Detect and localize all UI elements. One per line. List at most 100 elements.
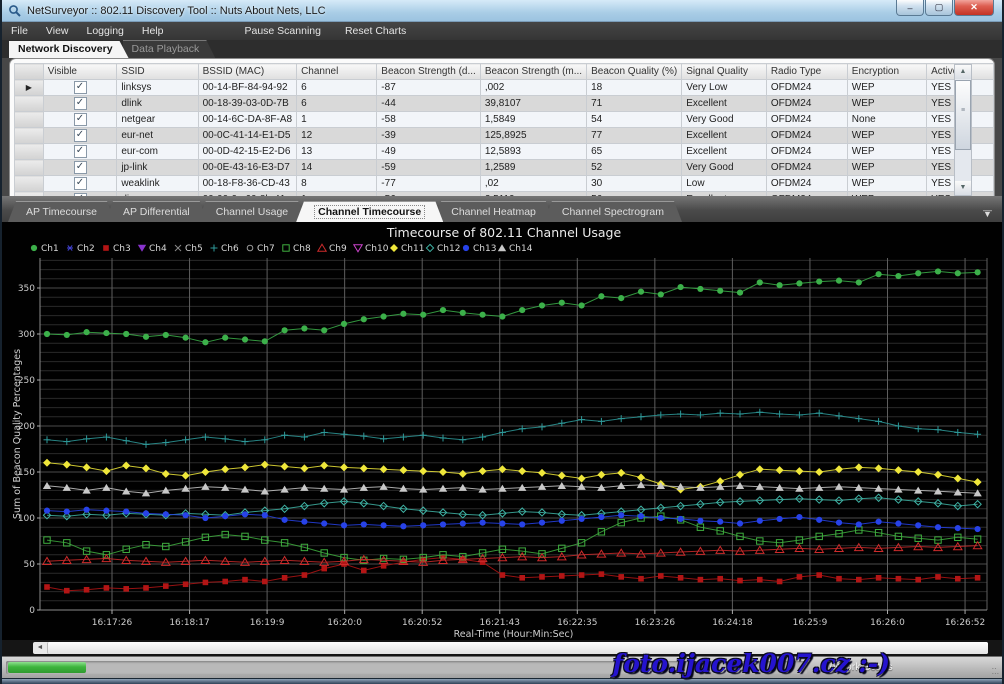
chart-tab-ap-timecourse[interactable]: AP Timecourse [8, 201, 115, 222]
column-header-5[interactable]: Beacon Strength (d... [377, 64, 481, 80]
table-row[interactable]: ▶✓linksys00-14-BF-84-94-926-87,00218Very… [15, 80, 994, 96]
close-button[interactable]: ✕ [954, 0, 994, 16]
cell: OFDM24 [766, 80, 847, 96]
column-header-1[interactable]: Visible [43, 64, 117, 80]
svg-text:16:21:43: 16:21:43 [480, 618, 520, 628]
row-selector[interactable] [15, 128, 44, 144]
menu-items: FileViewLoggingHelp [2, 23, 172, 39]
cell: linksys [117, 80, 198, 96]
column-header-4[interactable]: Channel [297, 64, 377, 80]
cell: 00-0E-43-16-E3-D7 [198, 160, 296, 176]
table-row[interactable]: ✓eur-com00-0D-42-15-E2-D613-4912,589365E… [15, 144, 994, 160]
column-header-2[interactable]: SSID [117, 64, 198, 80]
column-header-10[interactable]: Encryption [847, 64, 926, 80]
chart-tab-channel-usage[interactable]: Channel Usage [198, 201, 306, 222]
column-header-9[interactable]: Radio Type [766, 64, 847, 80]
cell: Very Good [682, 160, 767, 176]
chart-tab-bar: AP TimecourseAP DifferentialChannel Usag… [2, 196, 1002, 222]
column-header-6[interactable]: Beacon Strength (m... [480, 64, 586, 80]
table-row[interactable]: ✓jp-link00-0E-43-16-E3-D714-591,258952Ve… [15, 160, 994, 176]
visible-checkbox[interactable]: ✓ [74, 113, 87, 126]
svg-text:16:26:0: 16:26:0 [870, 618, 905, 628]
maximize-button[interactable]: ▢ [925, 0, 953, 16]
app-icon [8, 4, 22, 18]
tab-network-discovery[interactable]: Network Discovery [9, 41, 129, 58]
table-row[interactable]: ✓dlink00-18-39-03-0D-7B6-4439,810771Exce… [15, 96, 994, 112]
legend-label: Ch2 [77, 244, 95, 254]
chart-tab-ap-differential[interactable]: AP Differential [105, 201, 208, 222]
svg-text:300: 300 [18, 330, 35, 340]
row-selector[interactable] [15, 96, 44, 112]
cell: WEP [847, 144, 926, 160]
scroll-up-icon[interactable]: ▲ [955, 65, 971, 79]
legend-label: Ch8 [293, 244, 311, 254]
netsurveyor-window: NetSurveyor :: 802.11 Discovery Tool :: … [0, 0, 1004, 684]
menu-actions: Pause ScanningReset Charts [232, 23, 418, 39]
chart-tab-channel-spectrogram[interactable]: Channel Spectrogram [544, 201, 682, 222]
main-tab-bar: Network DiscoveryData Playback [2, 40, 1002, 58]
row-selector[interactable] [15, 144, 44, 160]
minimize-button[interactable]: – [896, 0, 924, 16]
visible-checkbox[interactable]: ✓ [74, 97, 87, 110]
cell: 39,8107 [480, 96, 586, 112]
svg-text:50: 50 [24, 560, 36, 570]
cell: 54 [587, 112, 682, 128]
cell: 12 [297, 128, 377, 144]
table-row[interactable]: ✓eur-net00-0C-41-14-E1-D512-39125,892577… [15, 128, 994, 144]
scroll-left-icon[interactable]: ◄ [33, 642, 47, 654]
cell: -49 [377, 144, 481, 160]
table-scrollbar[interactable]: ▲ ≡ ▼ [954, 64, 972, 196]
cell: 00-0D-42-15-E2-D6 [198, 144, 296, 160]
window-bottom-frame [2, 678, 1002, 684]
legend-label: Ch1 [41, 244, 59, 254]
table-row[interactable]: ✓weaklink00-18-F8-36-CD-438-77,0230LowOF… [15, 176, 994, 192]
svg-text:16:22:35: 16:22:35 [557, 618, 597, 628]
menu-file[interactable]: File [2, 23, 37, 39]
menu-logging[interactable]: Logging [78, 23, 133, 39]
row-selector[interactable]: ▶ [15, 80, 44, 96]
legend-item-ch10 [354, 245, 362, 252]
column-header-3[interactable]: BSSID (MAC) [198, 64, 296, 80]
svg-text:Timecourse of 802.11 Channel U: Timecourse of 802.11 Channel Usage [386, 225, 622, 240]
legend-label: Ch10 [365, 244, 389, 254]
tab-data-playback[interactable]: Data Playback [123, 40, 216, 58]
menu-view[interactable]: View [37, 23, 78, 39]
chart-tab-channel-heatmap[interactable]: Channel Heatmap [433, 201, 554, 222]
menu-action-reset-charts[interactable]: Reset Charts [333, 23, 418, 39]
visible-checkbox[interactable]: ✓ [74, 177, 87, 190]
network-table-card: VisibleSSIDBSSID (MAC)ChannelBeacon Stre… [9, 58, 995, 196]
menu-action-pause-scanning[interactable]: Pause Scanning [232, 23, 332, 39]
chart-tab-label: Channel Spectrogram [562, 206, 664, 218]
legend-item-ch2 [67, 245, 73, 250]
cell: jp-link [117, 160, 198, 176]
cell: OFDM24 [766, 160, 847, 176]
legend-item-ch7 [247, 245, 253, 251]
visible-checkbox[interactable]: ✓ [74, 129, 87, 142]
cell: -39 [377, 128, 481, 144]
column-header-8[interactable]: Signal Quality [682, 64, 767, 80]
legend-label: Ch7 [257, 244, 275, 254]
resize-grip-icon[interactable]: ∙∙∙∙∙ [991, 666, 999, 676]
chart-tabbar-menu-icon[interactable]: —▼ [983, 208, 992, 216]
visible-checkbox[interactable]: ✓ [74, 161, 87, 174]
row-selector[interactable] [15, 176, 44, 192]
menu-help[interactable]: Help [133, 23, 173, 39]
table-row[interactable]: ✓netgear00-14-6C-DA-8F-A81-581,584954Ver… [15, 112, 994, 128]
row-selector[interactable] [15, 112, 44, 128]
cell: Excellent [682, 128, 767, 144]
chart-tab-label: Channel Timecourse [314, 205, 425, 219]
visible-checkbox[interactable]: ✓ [74, 81, 87, 94]
svg-text:16:25:9: 16:25:9 [793, 618, 828, 628]
cell: eur-com [117, 144, 198, 160]
cell: -87 [377, 80, 481, 96]
cell: OFDM24 [766, 144, 847, 160]
cell: 77 [587, 128, 682, 144]
scroll-down-icon[interactable]: ▼ [955, 181, 971, 195]
visible-checkbox[interactable]: ✓ [74, 145, 87, 158]
legend-item-ch1 [31, 245, 37, 251]
row-selector[interactable] [15, 160, 44, 176]
table-scrollbar-thumb[interactable]: ≡ [955, 80, 971, 150]
column-header-7[interactable]: Beacon Quality (%) [587, 64, 682, 80]
titlebar[interactable]: NetSurveyor :: 802.11 Discovery Tool :: … [2, 0, 1002, 22]
chart-tab-channel-timecourse[interactable]: Channel Timecourse [296, 201, 443, 222]
